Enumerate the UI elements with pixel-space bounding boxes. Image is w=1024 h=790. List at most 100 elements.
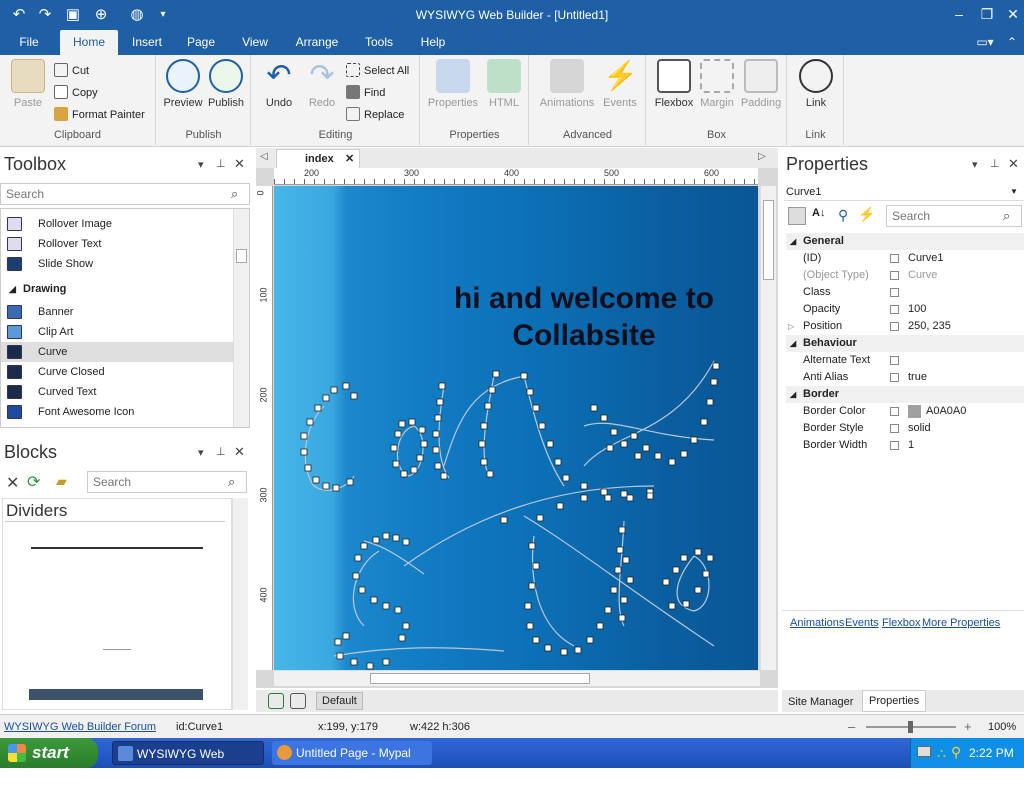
divider-preview[interactable] bbox=[103, 649, 131, 650]
tab-arrange[interactable]: Arrange bbox=[290, 30, 344, 55]
replace-button[interactable]: Replace bbox=[346, 107, 404, 121]
curve-node-handle[interactable] bbox=[634, 452, 642, 460]
curve-node-handle[interactable] bbox=[532, 562, 540, 570]
curve-node-handle[interactable] bbox=[484, 402, 492, 410]
undo-button[interactable]: ↶ Undo bbox=[258, 59, 300, 109]
curve-node-handle[interactable] bbox=[432, 446, 440, 454]
zoom-out-icon[interactable]: – bbox=[848, 715, 855, 739]
sort-az-icon[interactable]: A↓ bbox=[812, 207, 825, 219]
curve-node-handle[interactable] bbox=[342, 382, 350, 390]
minimize-icon[interactable]: – bbox=[944, 2, 974, 26]
curve-node-handle[interactable] bbox=[620, 490, 628, 498]
curve-node-handle[interactable] bbox=[554, 458, 562, 466]
curve-node-handle[interactable] bbox=[580, 494, 588, 502]
curve-node-handle[interactable] bbox=[332, 484, 340, 492]
curve-node-handle[interactable] bbox=[342, 632, 350, 640]
curve-node-handle[interactable] bbox=[654, 452, 662, 460]
curve-node-handle[interactable] bbox=[680, 554, 688, 562]
curve-node-handle[interactable] bbox=[394, 430, 402, 438]
search-tray-icon[interactable]: ⚲ bbox=[951, 744, 961, 761]
prop-row-position[interactable]: ▷ Position 250, 235 bbox=[786, 318, 1024, 335]
curve-node-handle[interactable] bbox=[600, 488, 608, 496]
curve-node-handle[interactable] bbox=[436, 398, 444, 406]
curve-node-handle[interactable] bbox=[618, 614, 626, 622]
search-icon[interactable]: ⌕ bbox=[228, 474, 235, 490]
blocks-scrollbar[interactable] bbox=[232, 498, 248, 710]
list-item[interactable]: Clip Art bbox=[1, 322, 233, 342]
copy-button[interactable]: Copy bbox=[54, 85, 98, 99]
curve-node-handle[interactable] bbox=[672, 566, 680, 574]
curve-node-handle[interactable] bbox=[596, 622, 604, 630]
curve-node-handle[interactable] bbox=[610, 586, 618, 594]
prop-row-opacity[interactable]: Opacity 100 bbox=[786, 301, 1024, 318]
paste-button[interactable]: Paste bbox=[6, 59, 50, 109]
tab-properties[interactable]: Properties bbox=[862, 690, 927, 712]
curve-node-handle[interactable] bbox=[610, 428, 618, 436]
curve-node-handle[interactable] bbox=[352, 572, 360, 580]
toolbox-category-drawing[interactable]: ◢ Drawing bbox=[1, 279, 233, 299]
toolbox-search-input[interactable]: Search bbox=[0, 183, 250, 205]
category-general[interactable]: ◢ General bbox=[786, 233, 1024, 250]
start-button[interactable]: start bbox=[0, 738, 98, 768]
curve-node-handle[interactable] bbox=[538, 422, 546, 430]
toolbox-pin-icon[interactable]: ⊥ bbox=[216, 157, 226, 170]
wrench-properties-icon[interactable]: ⚲ bbox=[838, 207, 848, 224]
html-button[interactable]: HTML bbox=[483, 59, 525, 109]
curve-node-handle[interactable] bbox=[350, 658, 358, 666]
curve-node-handle[interactable] bbox=[408, 418, 416, 426]
events-lightning-icon[interactable]: ⚡ bbox=[858, 206, 875, 223]
prop-row-alternate-text[interactable]: Alternate Text bbox=[786, 352, 1024, 369]
blocks-menu-icon[interactable]: ▾ bbox=[198, 446, 204, 459]
canvas-horizontal-scrollbar[interactable] bbox=[274, 670, 760, 686]
margin-button[interactable]: Margin bbox=[697, 59, 737, 109]
events-button[interactable]: ⚡ Events bbox=[600, 59, 640, 109]
refresh-icon[interactable]: ⟳ bbox=[27, 472, 40, 492]
tab-home[interactable]: Home bbox=[60, 30, 118, 55]
object-selector[interactable]: Curve1 ▼ bbox=[784, 183, 1024, 201]
delete-block-icon[interactable]: ✕ bbox=[6, 473, 19, 493]
curve-node-handle[interactable] bbox=[354, 554, 362, 562]
tab-help[interactable]: Help bbox=[412, 30, 454, 55]
tab-insert[interactable]: Insert bbox=[126, 30, 168, 55]
curve-node-handle[interactable] bbox=[402, 622, 410, 630]
curve-node-handle[interactable] bbox=[398, 420, 406, 428]
curve-node-handle[interactable] bbox=[402, 538, 410, 546]
tab-tools[interactable]: Tools bbox=[358, 30, 400, 55]
tab-page[interactable]: Page bbox=[180, 30, 222, 55]
curve-node-handle[interactable] bbox=[500, 516, 508, 524]
curve-node-handle[interactable] bbox=[524, 602, 532, 610]
color-swatch[interactable] bbox=[908, 405, 921, 418]
properties-menu-icon[interactable]: ▾ bbox=[972, 158, 978, 171]
curve-node-handle[interactable] bbox=[322, 394, 330, 402]
curve-node-handle[interactable] bbox=[600, 414, 608, 422]
tab-site-manager[interactable]: Site Manager bbox=[784, 692, 857, 712]
curve-node-handle[interactable] bbox=[366, 662, 374, 670]
document-tab-index[interactable]: index ✕ bbox=[276, 149, 360, 168]
curve-node-handle[interactable] bbox=[532, 404, 540, 412]
breakpoint-default-tab[interactable]: Default bbox=[316, 692, 363, 710]
cut-button[interactable]: Cut bbox=[54, 63, 89, 77]
canvas-vertical-scrollbar[interactable] bbox=[760, 186, 776, 670]
curve-node-handle[interactable] bbox=[520, 372, 528, 380]
curve-node-handle[interactable] bbox=[620, 440, 628, 448]
task-mypal[interactable]: Untitled Page - Mypal bbox=[272, 741, 432, 765]
curve-node-handle[interactable] bbox=[556, 502, 564, 510]
keyboard-icon[interactable] bbox=[917, 746, 931, 757]
curve-node-handle[interactable] bbox=[574, 646, 582, 654]
zoom-in-icon[interactable]: + bbox=[964, 715, 972, 739]
curve-node-handle[interactable] bbox=[706, 554, 714, 562]
animations-button[interactable]: Animations bbox=[534, 59, 600, 109]
category-behaviour[interactable]: ◢ Behaviour bbox=[786, 335, 1024, 352]
curve-node-handle[interactable] bbox=[642, 444, 650, 452]
curve-node-handle[interactable] bbox=[330, 386, 338, 394]
layout-menu-icon[interactable]: ▭▾ bbox=[970, 30, 1000, 55]
curve-node-handle[interactable] bbox=[668, 602, 676, 610]
curve-node-handle[interactable] bbox=[712, 362, 720, 370]
tab-scroll-right-icon[interactable]: ▷ bbox=[758, 151, 766, 162]
curve-node-handle[interactable] bbox=[410, 466, 418, 474]
curve-node-handle[interactable] bbox=[706, 398, 714, 406]
prop-row-border-width[interactable]: Border Width 1 bbox=[786, 437, 1024, 454]
blocks-close-icon[interactable]: ✕ bbox=[234, 444, 245, 460]
blocks-search-input[interactable]: Search bbox=[87, 471, 247, 493]
curve-node-handle[interactable] bbox=[622, 556, 630, 564]
